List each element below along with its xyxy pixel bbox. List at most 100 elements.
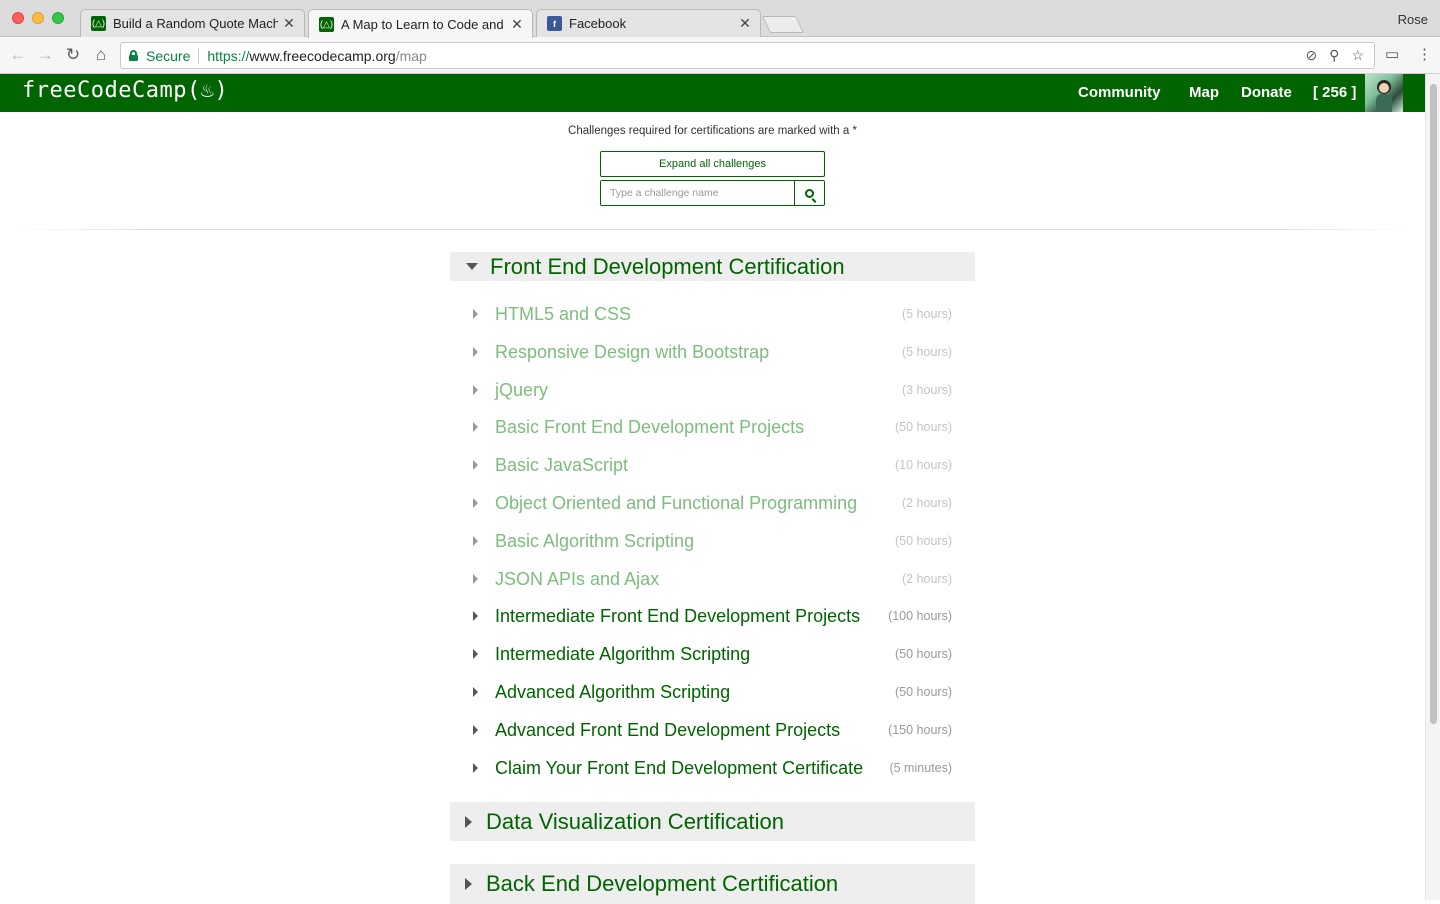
challenge-block-row[interactable]: JSON APIs and Ajax (2 hours)	[450, 564, 975, 594]
challenge-block-title: Basic Algorithm Scripting	[495, 530, 695, 551]
caret-right-icon	[473, 460, 478, 470]
caret-right-icon	[465, 815, 472, 828]
challenge-block-row[interactable]: Advanced Front End Development Projects (…	[450, 715, 975, 745]
logo-text: freeCodeCamp(	[22, 78, 201, 103]
close-icon[interactable]: ✕	[510, 16, 524, 33]
challenge-block-title: Basic JavaScript	[495, 454, 629, 475]
caret-right-icon	[473, 347, 478, 357]
challenge-block-title: Advanced Algorithm Scripting	[495, 681, 731, 702]
challenge-block-row[interactable]: Responsive Design with Bootstrap (5 hours…	[450, 337, 975, 367]
caret-right-icon	[473, 725, 478, 735]
divider	[15, 229, 1410, 230]
close-icon[interactable]: ✕	[738, 15, 752, 32]
lock-icon	[129, 50, 138, 61]
window-maximize-button[interactable]	[52, 12, 64, 24]
facebook-favicon-icon: f	[547, 16, 562, 31]
address-bar[interactable]: Secure https://www.freecodecamp.org/map …	[120, 42, 1375, 69]
bookmark-star-icon[interactable]: ☆	[1351, 47, 1364, 64]
url-scheme: https://	[207, 47, 250, 64]
window-minimize-button[interactable]	[32, 12, 44, 24]
profile-name[interactable]: Rose	[1398, 12, 1428, 27]
fcc-favicon-icon: (△)	[319, 16, 334, 32]
challenge-block-row[interactable]: Basic Algorithm Scripting (50 hours)	[450, 526, 975, 556]
challenge-block-time: (50 hours)	[895, 647, 952, 661]
expand-all-button[interactable]: Expand all challenges	[600, 151, 825, 177]
challenge-block-time: (3 hours)	[901, 383, 952, 397]
challenge-block-row[interactable]: HTML5 and CSS (5 hours)	[450, 299, 975, 329]
browser-tab-facebook[interactable]: f Facebook ✕	[536, 9, 761, 37]
challenge-block-row[interactable]: Advanced Algorithm Scripting (50 hours)	[450, 677, 975, 707]
nav-donate-link[interactable]: Donate	[1241, 84, 1292, 101]
challenge-block-title: Intermediate Front End Development Proje…	[495, 605, 861, 626]
caret-right-icon	[473, 611, 478, 621]
challenge-block-title: Claim Your Front End Development Certifi…	[495, 757, 864, 778]
nav-map-link[interactable]: Map	[1189, 84, 1219, 101]
challenge-block-title: JSON APIs and Ajax	[495, 568, 660, 589]
cert-title: Back End Development Certification	[486, 871, 839, 896]
home-icon[interactable]: ⌂	[91, 45, 111, 65]
challenge-block-time: (50 hours)	[895, 534, 952, 548]
caret-right-icon	[473, 687, 478, 697]
challenge-block-title: Basic Front End Development Projects	[495, 416, 805, 437]
site-navbar: freeCodeCamp(♨) Community Map Donate [ 2…	[0, 74, 1425, 112]
avatar[interactable]	[1365, 74, 1403, 112]
caret-right-icon	[473, 498, 478, 508]
challenge-block-time: (5 hours)	[901, 345, 952, 359]
page-scrollbar[interactable]	[1425, 74, 1440, 900]
fcc-favicon-icon: (△)	[91, 16, 106, 31]
scrollbar-thumb[interactable]	[1430, 84, 1437, 724]
challenge-block-time: (50 hours)	[895, 420, 952, 434]
challenge-block-time: (5 minutes)	[889, 761, 952, 775]
back-arrow-icon[interactable]: ←	[8, 45, 28, 65]
caret-down-icon	[466, 263, 478, 270]
challenge-block-row[interactable]: jQuery (3 hours)	[450, 375, 975, 405]
challenge-block-row[interactable]: Basic JavaScript (10 hours)	[450, 450, 975, 480]
challenge-block-row[interactable]: Intermediate Front End Development Proje…	[450, 601, 975, 631]
caret-right-icon	[473, 649, 478, 659]
cert-title: Data Visualization Certification	[486, 808, 784, 834]
menu-kebab-icon[interactable]: ⋮	[1417, 45, 1432, 63]
search-input[interactable]	[601, 181, 794, 205]
zoom-icon[interactable]: ⚲	[1329, 47, 1339, 64]
challenge-block-title: HTML5 and CSS	[495, 303, 632, 324]
new-tab-button[interactable]	[762, 16, 804, 33]
tab-title: Facebook	[569, 16, 627, 31]
search-button[interactable]	[794, 181, 824, 205]
certification-note: Challenges required for certifications a…	[568, 125, 857, 137]
blocked-popup-icon[interactable]: ⊘	[1305, 47, 1317, 64]
nav-community-link[interactable]: Community	[1078, 84, 1161, 101]
cert-back-end-header[interactable]: Back End Development Certification	[450, 864, 975, 904]
forward-arrow-icon[interactable]: →	[35, 45, 55, 65]
browser-tab-quote-machine[interactable]: (△) Build a Random Quote Machine ✕	[80, 9, 305, 37]
challenge-block-title: Advanced Front End Development Projects	[495, 719, 841, 740]
challenge-block-time: (2 hours)	[901, 572, 952, 586]
browser-toolbar: ← → ↻ ⌂ Secure https://www.freecodecamp.…	[0, 37, 1440, 74]
challenge-block-time: (5 hours)	[901, 307, 952, 321]
caret-right-icon	[473, 574, 478, 584]
challenge-block-title: Intermediate Algorithm Scripting	[495, 643, 751, 664]
window-close-button[interactable]	[12, 12, 24, 24]
browser-titlebar: (△) Build a Random Quote Machine ✕ (△) A…	[0, 0, 1440, 38]
search-icon	[805, 188, 814, 198]
secure-label: Secure	[146, 47, 191, 64]
browser-tab-map[interactable]: (△) A Map to Learn to Code and Become a …	[308, 9, 533, 38]
challenge-block-title: jQuery	[495, 379, 549, 400]
challenge-block-row[interactable]: Basic Front End Development Projects (50 …	[450, 412, 975, 442]
challenge-block-row[interactable]: Intermediate Algorithm Scripting (50 hour…	[450, 639, 975, 669]
url-path: /map	[395, 47, 427, 64]
cert-title: Front End Development Certification	[490, 253, 845, 279]
reload-icon[interactable]: ↻	[63, 45, 83, 65]
cast-icon[interactable]: ▭	[1385, 45, 1399, 63]
cert-front-end-header[interactable]: Front End Development Certification	[450, 252, 975, 281]
fcc-logo[interactable]: freeCodeCamp(♨)	[22, 78, 228, 103]
challenge-block-row[interactable]: Claim Your Front End Development Certifi…	[450, 753, 975, 783]
challenge-block-row[interactable]: Object Oriented and Functional Programmi…	[450, 488, 975, 518]
url-host: www.freecodecamp.org	[249, 47, 396, 64]
divider	[198, 47, 200, 64]
flame-icon: ♨	[200, 78, 215, 103]
cert-data-visualization-header[interactable]: Data Visualization Certification	[450, 802, 975, 841]
challenge-block-title: Responsive Design with Bootstrap	[495, 341, 770, 362]
challenge-block-time: (2 hours)	[901, 496, 952, 510]
points-badge[interactable]: [ 256 ]	[1313, 84, 1356, 101]
close-icon[interactable]: ✕	[282, 15, 296, 32]
